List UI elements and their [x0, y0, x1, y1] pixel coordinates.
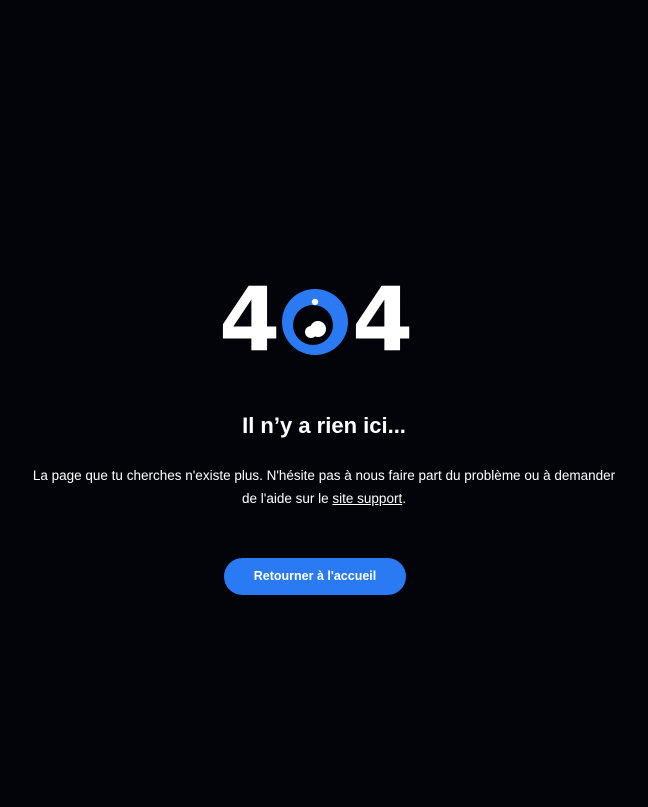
- error-digit-left: 4: [219, 268, 281, 371]
- error-message-end: .: [402, 491, 406, 506]
- support-site-link[interactable]: site support: [332, 491, 402, 506]
- page-title: Il n’y a rien ici...: [242, 413, 406, 438]
- error-404-graphic: 4 4: [0, 276, 648, 364]
- error-digit-right: 4: [352, 268, 414, 371]
- error-message-text: La page que tu cherches n'existe plus. N…: [32, 468, 616, 506]
- return-home-button[interactable]: Retourner à l'accueil: [224, 558, 406, 595]
- error-message: La page que tu cherches n'existe plus. N…: [24, 464, 624, 510]
- eye-icon: [282, 289, 348, 355]
